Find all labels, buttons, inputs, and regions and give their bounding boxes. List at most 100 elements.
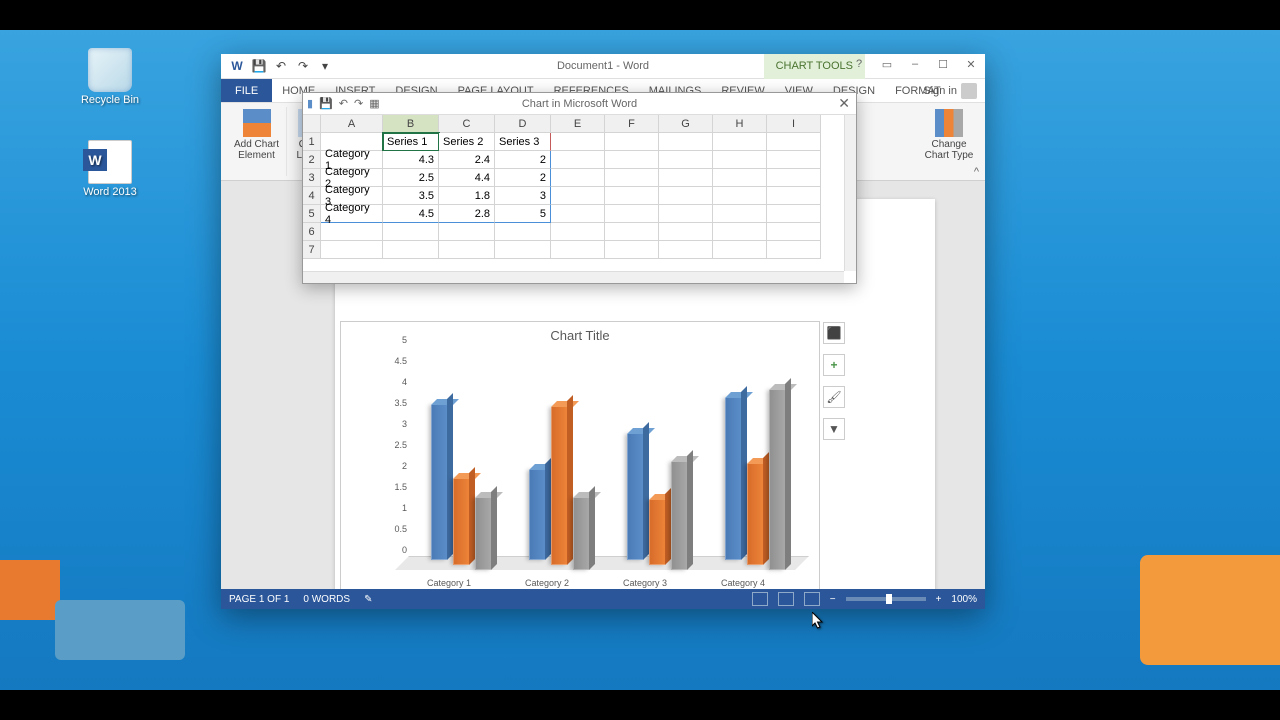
datasheet-hscrollbar[interactable] [303, 271, 844, 283]
ribbon-display-button[interactable]: ▭ [873, 54, 901, 74]
bar-series2[interactable] [453, 479, 469, 565]
row-header[interactable]: 6 [303, 223, 321, 241]
bar-series3[interactable] [475, 498, 491, 570]
cell[interactable] [495, 241, 551, 259]
chart-plot-area[interactable]: 0 0.5 1 1.5 2 2.5 3 3.5 4 4.5 5 [381, 350, 809, 560]
cell[interactable] [551, 223, 605, 241]
bar-series3[interactable] [573, 498, 589, 570]
file-tab[interactable]: FILE [221, 79, 272, 102]
cell[interactable] [767, 187, 821, 205]
col-header-H[interactable]: H [713, 115, 767, 133]
row-header[interactable]: 7 [303, 241, 321, 259]
cell[interactable]: 1.8 [439, 187, 495, 205]
ds-chart-icon[interactable]: ▮ [307, 97, 313, 110]
cell[interactable] [605, 241, 659, 259]
row-header[interactable]: 4 [303, 187, 321, 205]
cell[interactable] [767, 223, 821, 241]
cell[interactable] [439, 241, 495, 259]
cell[interactable]: 2.5 [383, 169, 439, 187]
collapse-ribbon-button[interactable]: ^ [974, 166, 979, 178]
row-header[interactable]: 1 [303, 133, 321, 151]
help-button[interactable]: ? [845, 54, 873, 74]
cell[interactable] [605, 205, 659, 223]
chart-object[interactable]: Chart Title 0 0.5 1 1.5 2 2.5 3 3.5 4 4.… [340, 321, 820, 589]
cell[interactable] [659, 205, 713, 223]
cell[interactable] [767, 133, 821, 151]
chart-elements-button[interactable]: + [823, 354, 845, 376]
print-layout-button[interactable] [778, 592, 794, 606]
ds-edit-data-icon[interactable]: ▦ [369, 97, 379, 110]
cell-selected[interactable]: Series 1 [383, 133, 439, 151]
select-all-corner[interactable] [303, 115, 321, 133]
cell[interactable] [605, 133, 659, 151]
cell[interactable]: 5 [495, 205, 551, 223]
sign-in-link[interactable]: Sign in [923, 79, 977, 103]
cell[interactable] [767, 151, 821, 169]
cell[interactable]: 4.4 [439, 169, 495, 187]
col-header-E[interactable]: E [551, 115, 605, 133]
save-icon[interactable]: 💾 [251, 58, 267, 74]
cell[interactable] [321, 241, 383, 259]
desktop-icon-recycle-bin[interactable]: Recycle Bin [75, 48, 145, 106]
layout-options-button[interactable]: ⬛ [823, 322, 845, 344]
add-chart-element-button[interactable]: Add Chart Element [227, 107, 287, 176]
word-icon[interactable]: W [229, 58, 245, 74]
col-header-B[interactable]: B [383, 115, 439, 133]
row-header[interactable]: 2 [303, 151, 321, 169]
col-header-F[interactable]: F [605, 115, 659, 133]
cell[interactable] [383, 223, 439, 241]
maximize-button[interactable]: ☐ [929, 54, 957, 74]
change-chart-type-button[interactable]: Change Chart Type [919, 107, 979, 176]
cell[interactable] [767, 169, 821, 187]
cell[interactable]: Series 2 [439, 133, 495, 151]
cell[interactable] [495, 223, 551, 241]
chart-filters-button[interactable]: ▼ [823, 418, 845, 440]
cell[interactable] [713, 223, 767, 241]
cell[interactable] [551, 133, 605, 151]
minimize-button[interactable]: – [901, 54, 929, 74]
col-header-D[interactable]: D [495, 115, 551, 133]
ds-save-icon[interactable]: 💾 [319, 97, 333, 110]
bar-series3[interactable] [769, 390, 785, 570]
cell[interactable] [659, 151, 713, 169]
col-header-G[interactable]: G [659, 115, 713, 133]
datasheet-grid[interactable]: A B C D E F G H I 1 Series 1 Series 2 Se… [303, 115, 844, 271]
ds-undo-icon[interactable]: ↶ [339, 97, 348, 110]
cell[interactable] [551, 169, 605, 187]
cell[interactable] [605, 187, 659, 205]
close-button[interactable]: ✕ [957, 54, 985, 74]
cell[interactable]: 2.8 [439, 205, 495, 223]
col-header-A[interactable]: A [321, 115, 383, 133]
redo-icon[interactable]: ↷ [295, 58, 311, 74]
cell[interactable] [713, 169, 767, 187]
cell[interactable]: Category 4 [321, 205, 383, 223]
cell[interactable] [659, 241, 713, 259]
cell[interactable] [383, 241, 439, 259]
chart-styles-button[interactable]: 🖌 [823, 386, 845, 408]
bar-series2[interactable] [649, 500, 665, 565]
proofing-icon[interactable]: ✎ [364, 594, 372, 605]
zoom-in-button[interactable]: + [936, 594, 942, 605]
datasheet-vscrollbar[interactable] [844, 115, 856, 271]
cell[interactable]: 2.4 [439, 151, 495, 169]
chart-title[interactable]: Chart Title [341, 322, 819, 347]
page-indicator[interactable]: PAGE 1 OF 1 [229, 594, 289, 605]
row-header[interactable]: 5 [303, 205, 321, 223]
cell[interactable] [551, 187, 605, 205]
bar-series2[interactable] [747, 464, 763, 565]
cell[interactable] [605, 223, 659, 241]
col-header-C[interactable]: C [439, 115, 495, 133]
bar-series1[interactable] [431, 405, 447, 560]
row-header[interactable]: 3 [303, 169, 321, 187]
datasheet-close-button[interactable]: ✕ [838, 95, 850, 112]
cell[interactable] [659, 169, 713, 187]
word-count[interactable]: 0 WORDS [303, 594, 350, 605]
web-layout-button[interactable] [804, 592, 820, 606]
cell[interactable]: 3.5 [383, 187, 439, 205]
cell[interactable] [659, 187, 713, 205]
zoom-out-button[interactable]: − [830, 594, 836, 605]
cell[interactable] [713, 151, 767, 169]
cell[interactable] [551, 205, 605, 223]
cell[interactable] [551, 151, 605, 169]
cell[interactable] [713, 187, 767, 205]
